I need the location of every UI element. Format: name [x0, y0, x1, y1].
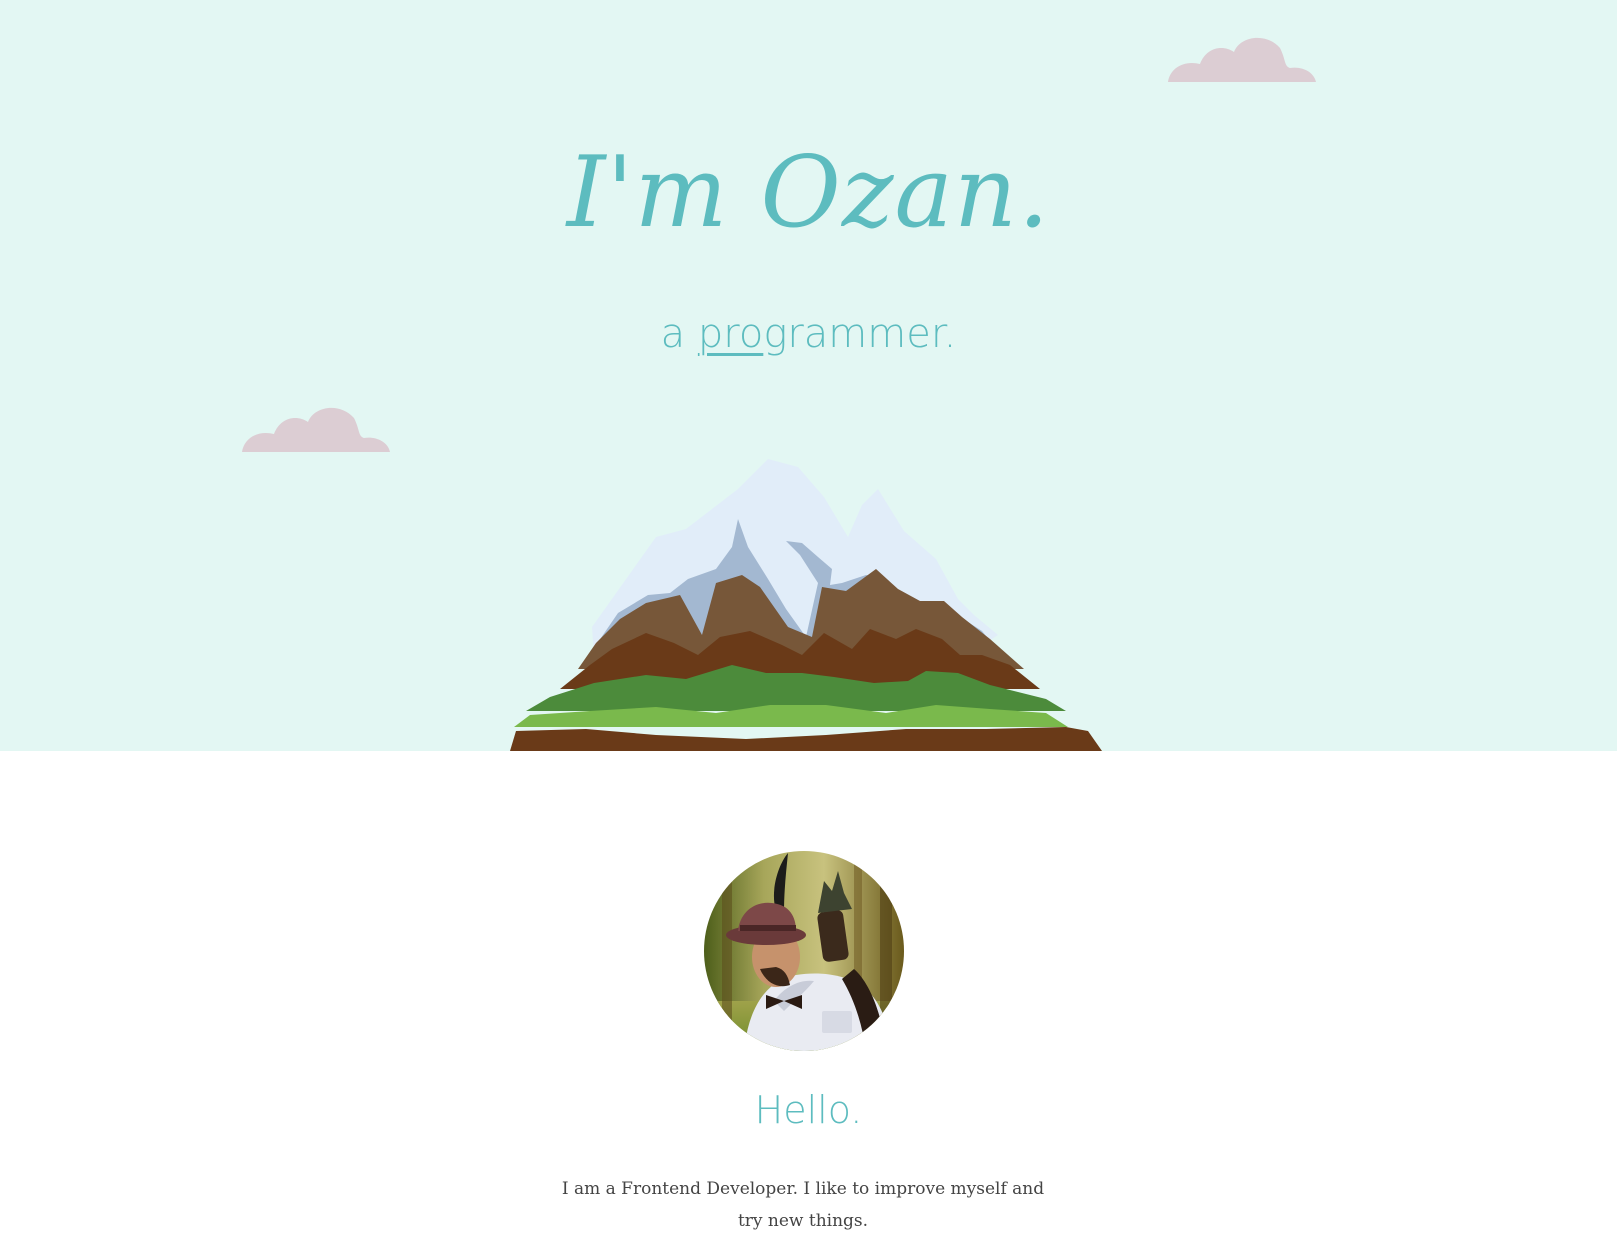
hero-section: I'm Ozan. a programmer.	[0, 0, 1617, 751]
mountain-illustration	[510, 459, 1102, 751]
hero-title: I'm Ozan.	[566, 136, 1051, 250]
about-text: I am a Frontend Developer. I like to imp…	[561, 1179, 1045, 1231]
about-heading: Hello.	[754, 1088, 863, 1132]
hero-subtitle-rest: grammer.	[763, 311, 957, 357]
hero-subtitle: a programmer.	[0, 310, 1617, 358]
avatar	[704, 851, 904, 1051]
hero-subtitle-prefix: a	[660, 311, 686, 357]
hero-subtitle-typed: pro	[697, 311, 764, 357]
cloud-icon	[242, 407, 390, 452]
page: I'm Ozan. a programmer. Hello. I am a Fr…	[0, 0, 1617, 1241]
profile-photo	[704, 851, 904, 1051]
cloud-icon	[1168, 37, 1316, 82]
